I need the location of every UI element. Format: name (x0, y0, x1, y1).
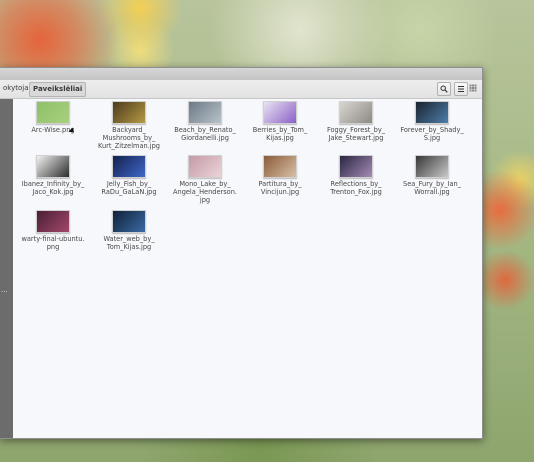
file-thumbnail (339, 155, 373, 178)
file-name: Water_web_by_ Tom_Kijas.jpg (103, 235, 155, 251)
file-thumbnail (415, 155, 449, 178)
file-item[interactable]: Berries_by_Tom_ Kijas.jpg (241, 101, 319, 142)
file-grid: Arc-Wise.png Backyard_ Mushrooms_by_ Kur… (13, 99, 482, 438)
file-item[interactable]: warty-final-ubuntu. png (14, 210, 92, 251)
file-item[interactable]: Forever_by_Shady_ S.jpg (393, 101, 471, 142)
file-manager-window: okytoja Paveikslėliai ··· Arc-Wise.png B… (0, 67, 483, 439)
file-name: Reflections_by_ Trenton_Fox.jpg (330, 180, 382, 196)
file-name: Backyard_ Mushrooms_by_ Kurt_Zitzelman.j… (98, 126, 160, 150)
grid-view-icon (469, 84, 477, 92)
sidebar[interactable]: ··· (0, 99, 13, 438)
file-thumbnail (415, 101, 449, 124)
file-item[interactable]: Jelly_Fish_by_ RaDu_GaLaN.jpg (90, 155, 168, 196)
file-thumbnail (112, 101, 146, 124)
file-thumbnail (112, 210, 146, 233)
file-thumbnail (112, 155, 146, 178)
file-name: Ibanez_Infinity_by_ Jaco_Kok.jpg (21, 180, 85, 196)
file-thumbnail (36, 210, 70, 233)
file-name: Berries_by_Tom_ Kijas.jpg (252, 126, 308, 142)
grid-view-button[interactable] (467, 82, 479, 94)
breadcrumb-parent[interactable]: okytoja (0, 82, 32, 95)
sidebar-ellipsis-icon: ··· (1, 288, 8, 296)
search-button[interactable] (437, 82, 451, 96)
file-name: Arc-Wise.png (31, 126, 75, 134)
breadcrumb-current[interactable]: Paveikslėliai (29, 82, 87, 97)
file-item[interactable]: Arc-Wise.png (14, 101, 92, 134)
list-view-icon (458, 86, 464, 92)
file-name: Sea_Fury_by_Ian_ Worrall.jpg (403, 180, 461, 196)
file-thumbnail (339, 101, 373, 124)
file-thumbnail (188, 155, 222, 178)
file-item[interactable]: Backyard_ Mushrooms_by_ Kurt_Zitzelman.j… (90, 101, 168, 150)
file-item[interactable]: Partitura_by_ Vincijun.jpg (241, 155, 319, 196)
file-thumbnail (263, 101, 297, 124)
file-name: Partitura_by_ Vincijun.jpg (258, 180, 302, 196)
file-item[interactable]: Ibanez_Infinity_by_ Jaco_Kok.jpg (14, 155, 92, 196)
file-item[interactable]: Foggy_Forest_by_ Jake_Stewart.jpg (317, 101, 395, 142)
file-item[interactable]: Reflections_by_ Trenton_Fox.jpg (317, 155, 395, 196)
search-icon (440, 85, 448, 93)
file-thumbnail (36, 101, 70, 124)
file-name: Forever_by_Shady_ S.jpg (400, 126, 464, 142)
file-thumbnail (188, 101, 222, 124)
file-name: Beach_by_Renato_ Giordanelli.jpg (174, 126, 236, 142)
file-name: Mono_Lake_by_ Angela_Henderson. jpg (173, 180, 237, 204)
file-thumbnail (263, 155, 297, 178)
file-item[interactable]: Mono_Lake_by_ Angela_Henderson. jpg (166, 155, 244, 204)
list-view-button[interactable] (454, 82, 468, 96)
file-item[interactable]: Water_web_by_ Tom_Kijas.jpg (90, 210, 168, 251)
file-item[interactable]: Beach_by_Renato_ Giordanelli.jpg (166, 101, 244, 142)
file-name: warty-final-ubuntu. png (21, 235, 85, 251)
toolbar: okytoja Paveikslėliai (0, 80, 482, 99)
file-thumbnail (36, 155, 70, 178)
file-name: Jelly_Fish_by_ RaDu_GaLaN.jpg (101, 180, 157, 196)
file-name: Foggy_Forest_by_ Jake_Stewart.jpg (326, 126, 386, 142)
file-item[interactable]: Sea_Fury_by_Ian_ Worrall.jpg (393, 155, 471, 196)
